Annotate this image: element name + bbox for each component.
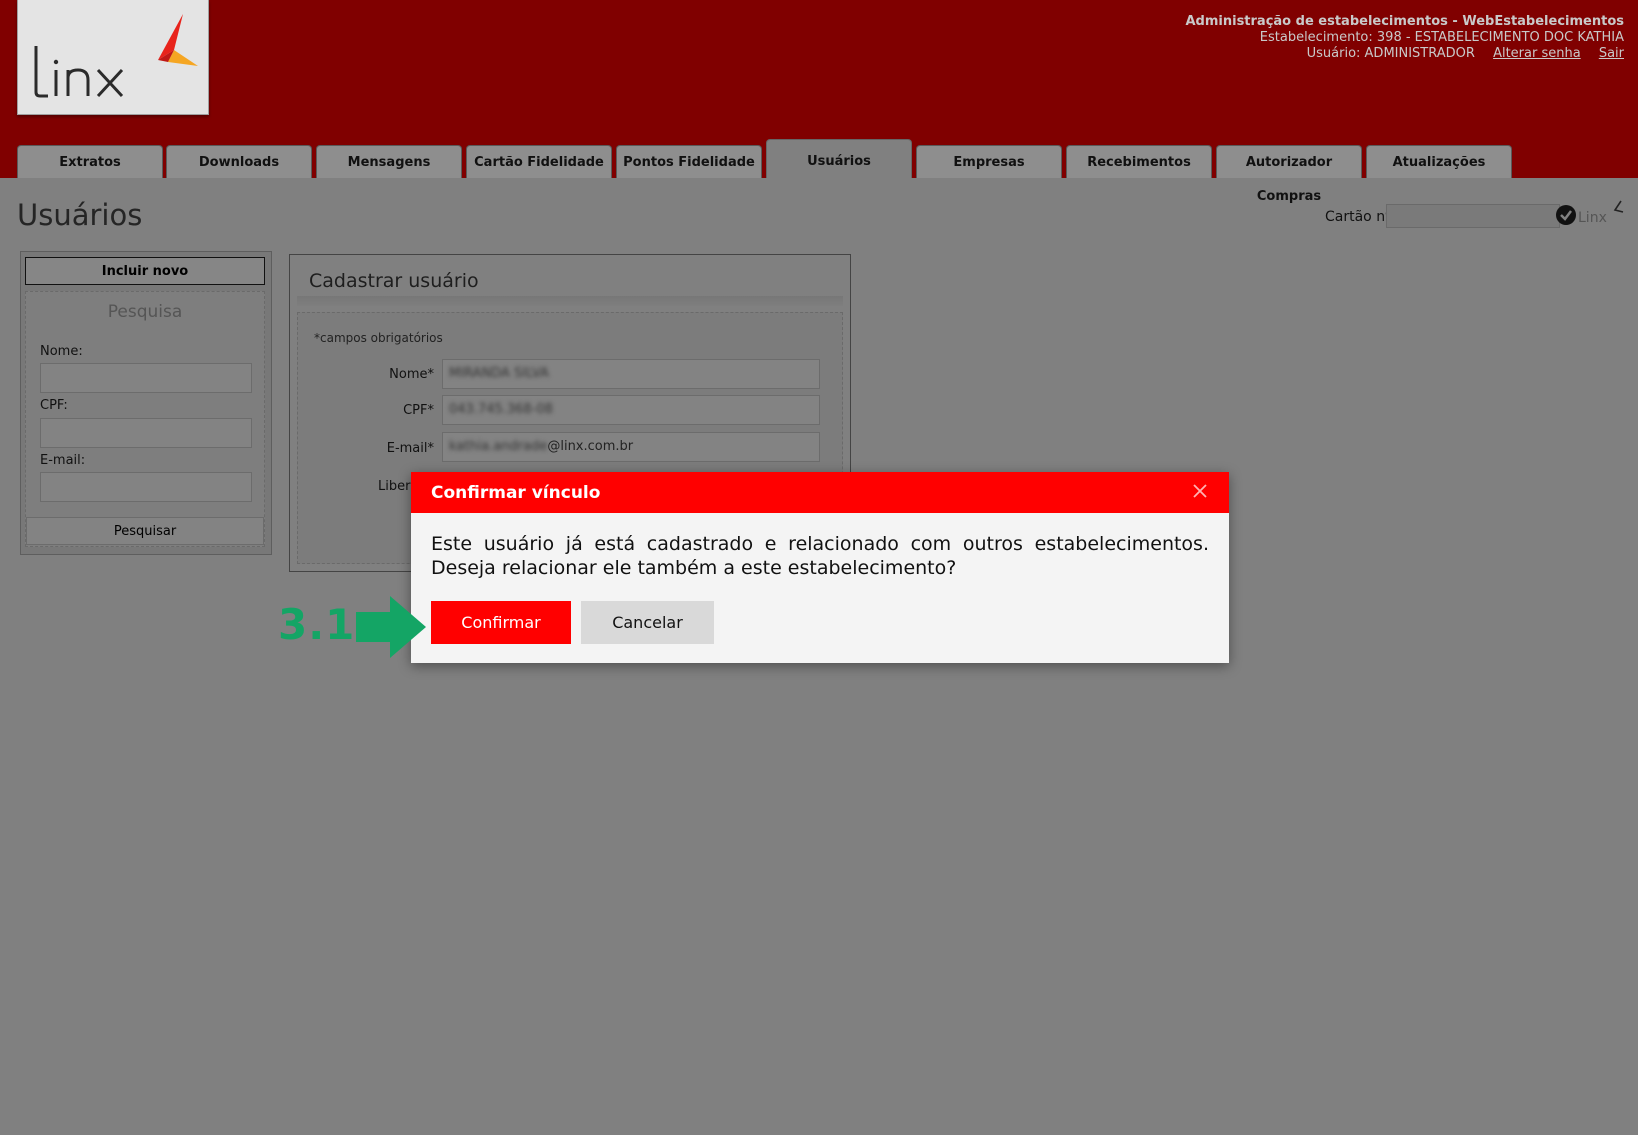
linx-small-mark-icon — [1614, 200, 1624, 213]
form-email-input[interactable]: kathia.andrade@linx.com.br — [442, 432, 820, 462]
app-title: Administração de estabelecimentos - WebE… — [1185, 14, 1624, 29]
linx-small-logo: Linx — [1578, 200, 1625, 226]
form-email-suffix: @linx.com.br — [547, 439, 634, 454]
cpf-label: CPF: — [40, 398, 68, 413]
estabelecimento-info: Estabelecimento: 398 - ESTABELECIMENTO D… — [1259, 30, 1624, 45]
form-email-label: E-mail* — [386, 441, 434, 456]
linx-logo[interactable] — [17, 0, 209, 115]
dialog-close-button[interactable] — [1189, 480, 1211, 502]
linx-logo-mark-icon — [158, 14, 198, 66]
search-cpf-input[interactable] — [40, 418, 252, 448]
search-email-input[interactable] — [40, 472, 252, 502]
linx-wordmark — [34, 46, 124, 98]
form-cpf-value: 043.745.368-08 — [449, 402, 553, 417]
usuario-label: Usuário: ADMINISTRADOR — [1306, 46, 1475, 61]
tab-usuarios[interactable]: Usuários — [766, 139, 912, 178]
close-icon — [1193, 484, 1207, 498]
linx-small-text: Linx — [1578, 210, 1607, 226]
pesquisar-button[interactable]: Pesquisar — [26, 517, 264, 545]
nome-label: Nome: — [40, 344, 83, 359]
tab-empresas[interactable]: Empresas — [916, 145, 1062, 178]
alterar-senha-link[interactable]: Alterar senha — [1493, 46, 1581, 61]
arrow-right-icon — [356, 596, 426, 658]
tab-extratos[interactable]: Extratos — [17, 145, 163, 178]
form-nome-input[interactable]: MIRANDA SILVA — [442, 359, 820, 389]
confirm-button[interactable]: Confirmar — [431, 601, 571, 644]
email-label: E-mail: — [40, 453, 86, 468]
form-title: Cadastrar usuário — [309, 270, 479, 292]
cartao-submit-button[interactable] — [1556, 205, 1576, 225]
check-icon — [1560, 210, 1572, 221]
tab-autorizador-compras[interactable]: Autorizador Compras — [1216, 145, 1362, 204]
tab-recebimentos[interactable]: Recebimentos — [1066, 145, 1212, 178]
required-note: *campos obrigatórios — [314, 331, 443, 345]
user-info-line: Usuário: ADMINISTRADOR Alterar senha Sai… — [1185, 46, 1624, 62]
sair-link[interactable]: Sair — [1599, 46, 1624, 61]
form-cpf-input[interactable]: 043.745.368-08 — [442, 395, 820, 425]
cancel-button[interactable]: Cancelar — [581, 601, 714, 644]
cartao-input[interactable] — [1386, 204, 1560, 228]
incluir-novo-button[interactable]: Incluir novo — [25, 257, 265, 285]
header-info: Administração de estabelecimentos - WebE… — [1185, 14, 1624, 62]
search-nome-input[interactable] — [40, 363, 252, 393]
logo-text — [30, 36, 150, 120]
tab-mensagens[interactable]: Mensagens — [316, 145, 462, 178]
search-title: Pesquisa — [107, 302, 183, 322]
form-email-prefix: kathia.andrade — [449, 439, 548, 454]
tab-pontos-fidelidade[interactable]: Pontos Fidelidade — [616, 145, 762, 178]
dialog-title: Confirmar vínculo — [431, 483, 601, 503]
dialog-message: Este usuário já está cadastrado e relaci… — [431, 533, 1209, 579]
tab-atualizacoes[interactable]: Atualizações — [1366, 145, 1512, 178]
form-nome-label: Nome* — [389, 367, 434, 382]
page-title: Usuários — [17, 198, 143, 232]
cartao-label: Cartão nº — [1325, 209, 1392, 225]
tab-downloads[interactable]: Downloads — [166, 145, 312, 178]
form-title-divider — [297, 296, 843, 306]
tab-cartao-fidelidade[interactable]: Cartão Fidelidade — [466, 145, 612, 178]
form-cpf-label: CPF* — [403, 403, 434, 418]
form-nome-value: MIRANDA SILVA — [449, 366, 549, 381]
